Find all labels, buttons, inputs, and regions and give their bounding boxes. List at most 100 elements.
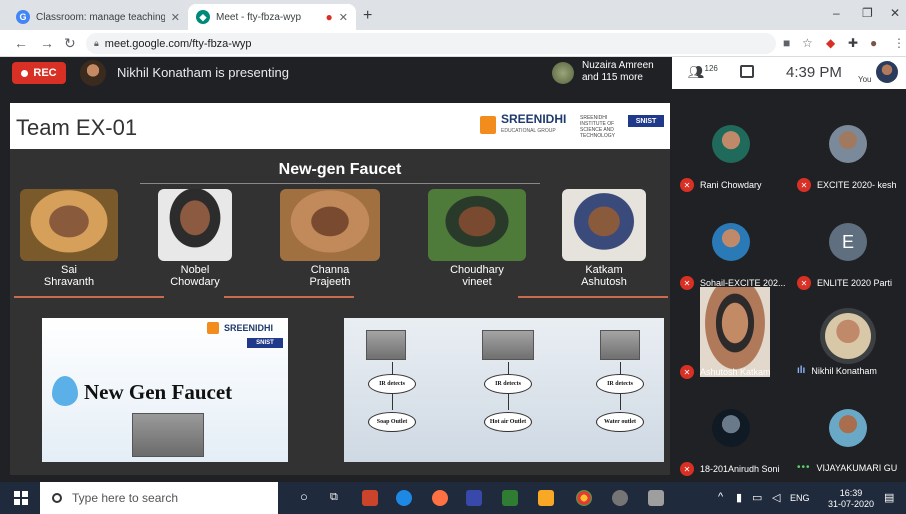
app-icon-2[interactable] [612, 490, 628, 506]
browser-tab-bar: G Classroom: manage teaching an ✕ ◆ Meet… [0, 0, 906, 30]
participant-tile[interactable]: ••• VIJAYAKUMARI GU [789, 387, 906, 485]
member-name: Katkam Ashutosh [562, 264, 646, 288]
participant-name: EXCITE 2020- kesh [817, 180, 897, 190]
member-underline [518, 296, 668, 298]
close-window-button[interactable]: ✕ [890, 6, 900, 20]
cortana-icon[interactable]: ○ [300, 489, 308, 504]
windows-start-icon[interactable] [14, 491, 28, 505]
hand-dryer-image [482, 330, 534, 360]
flow-connector [508, 362, 509, 374]
camera-icon[interactable]: ■ [783, 36, 790, 50]
subtitle-divider [140, 183, 540, 184]
participant-label: ✕ Ashutosh Katkam [680, 365, 789, 379]
others-avatar [552, 62, 574, 84]
logo-name: SREENIDHI [501, 112, 567, 126]
mic-off-icon: ✕ [680, 178, 694, 192]
participant-tile[interactable]: ✕ Ashutosh Katkam [672, 287, 789, 385]
profile-avatar-icon[interactable]: ● [870, 36, 877, 50]
google-icon: G [16, 10, 30, 24]
app-icon[interactable] [466, 490, 482, 506]
notifications-icon[interactable]: ▤ [884, 491, 894, 504]
taskbar-search-field[interactable]: Type here to search [40, 482, 278, 514]
sreenidhi-logo: SREENIDHI [207, 322, 273, 334]
minimize-button[interactable]: – [833, 6, 840, 20]
people-button[interactable]: 👥︎126 [688, 64, 718, 80]
product-title-card: SREENIDHI SNIST New Gen Faucet [42, 318, 288, 462]
team-member: Sai Shravanth [20, 189, 118, 288]
reload-icon[interactable]: ↻ [64, 35, 76, 52]
task-view-icon[interactable]: ⧉ [330, 491, 338, 504]
logo-sub: EDUCATIONAL GROUP [501, 128, 556, 134]
excel-icon[interactable] [502, 490, 518, 506]
flow-step: Soap Outlet [368, 412, 416, 432]
member-name: Nobel Chowdary [158, 264, 232, 288]
slide-subtitle: New-gen Faucet [278, 161, 402, 178]
flow-step: Hot air Outlet [484, 412, 532, 432]
mic-off-icon: ✕ [797, 276, 811, 290]
url-field[interactable]: 🔒︎ meet.google.com/fty-fbza-wyp [86, 33, 776, 54]
network-icon[interactable]: ▭ [752, 491, 762, 504]
chat-icon[interactable] [740, 65, 754, 78]
participant-label: ✕ ENLITE 2020 Parti [797, 276, 906, 290]
taskbar-clock[interactable]: 16:39 31-07-2020 [828, 488, 874, 510]
tab-classroom[interactable]: G Classroom: manage teaching an ✕ [8, 4, 188, 30]
flow-step: IR detects [484, 374, 532, 394]
participant-tile[interactable]: ✕ EXCITE 2020- kesh [789, 103, 906, 201]
tab-meet[interactable]: ◆ Meet - fty-fbza-wyp ● ✕ [188, 4, 356, 30]
team-member: Channa Prajeeth [280, 189, 380, 288]
member-name: Choudhary vineet [428, 264, 526, 288]
participant-label: ✕ 18-201Anirudh Soni [680, 462, 789, 476]
extensions-puzzle-icon[interactable]: ✚ [848, 36, 858, 50]
extension-shield-icon[interactable]: ◆ [826, 36, 835, 50]
team-member: Katkam Ashutosh [562, 189, 646, 288]
file-explorer-icon[interactable] [538, 490, 554, 506]
recording-dot-icon: ● [325, 10, 333, 24]
participant-tile[interactable]: ılı Nikhil Konatham [789, 299, 906, 397]
forward-arrow-icon[interactable]: → [40, 35, 54, 51]
flow-step: IR detects [596, 374, 644, 394]
meet-side-header: 👥︎126 4:39 PM You [672, 57, 906, 89]
battery-icon[interactable]: ▮ [736, 491, 742, 504]
self-avatar[interactable] [876, 61, 898, 83]
firefox-icon[interactable] [432, 490, 448, 506]
back-arrow-icon[interactable]: ← [14, 35, 28, 51]
edge-icon[interactable] [396, 490, 412, 506]
others-name: Nuzaira Amreen [582, 60, 654, 71]
search-icon [52, 493, 62, 503]
water-tap-image [600, 330, 640, 360]
new-tab-button[interactable]: + [363, 7, 372, 25]
member-photo [428, 189, 526, 261]
flow-step: IR detects [368, 374, 416, 394]
chrome-icon[interactable] [576, 490, 592, 506]
mic-off-icon: ✕ [797, 178, 811, 192]
input-language[interactable]: ENG [790, 493, 810, 503]
participant-avatar [712, 125, 750, 163]
bookmark-star-icon[interactable]: ☆ [802, 36, 813, 50]
participant-tile[interactable]: ✕ Rani Chowdary [672, 103, 789, 201]
meet-icon: ◆ [196, 10, 210, 24]
member-photo [280, 189, 380, 261]
faucet-device-image [132, 413, 204, 457]
browser-menu-icon[interactable]: ⋮ [893, 36, 905, 50]
participant-name: VIJAYAKUMARI GU [816, 462, 898, 473]
logo-text: SREENIDHI [224, 323, 273, 333]
sreenidhi-logo: SREENIDHI EDUCATIONAL GROUP [480, 113, 566, 137]
logo-mark-icon [207, 322, 219, 334]
speaking-icon: ılı [797, 365, 806, 376]
flow-connector [392, 394, 393, 410]
meeting-time: 4:39 PM [786, 64, 842, 81]
close-tab-icon[interactable]: ✕ [171, 11, 180, 24]
participant-tile[interactable]: ✕ Sohail-EXCITE 202... [672, 201, 789, 299]
others-count: and 115 more [582, 72, 643, 83]
close-tab-icon[interactable]: ✕ [339, 11, 348, 24]
restore-button[interactable]: ❐ [862, 6, 873, 20]
powerpoint-icon[interactable] [362, 490, 378, 506]
app-icon-3[interactable] [648, 490, 664, 506]
participant-tile[interactable]: E ✕ ENLITE 2020 Parti [789, 201, 906, 299]
member-name: Sai Shravanth [20, 264, 118, 288]
member-last-name: Ashutosh [581, 276, 627, 288]
chevron-up-icon[interactable]: ^ [718, 491, 723, 503]
you-label: You [858, 75, 872, 84]
volume-icon[interactable]: ◁ [772, 491, 780, 504]
participant-tile[interactable]: ✕ 18-201Anirudh Soni [672, 387, 789, 485]
